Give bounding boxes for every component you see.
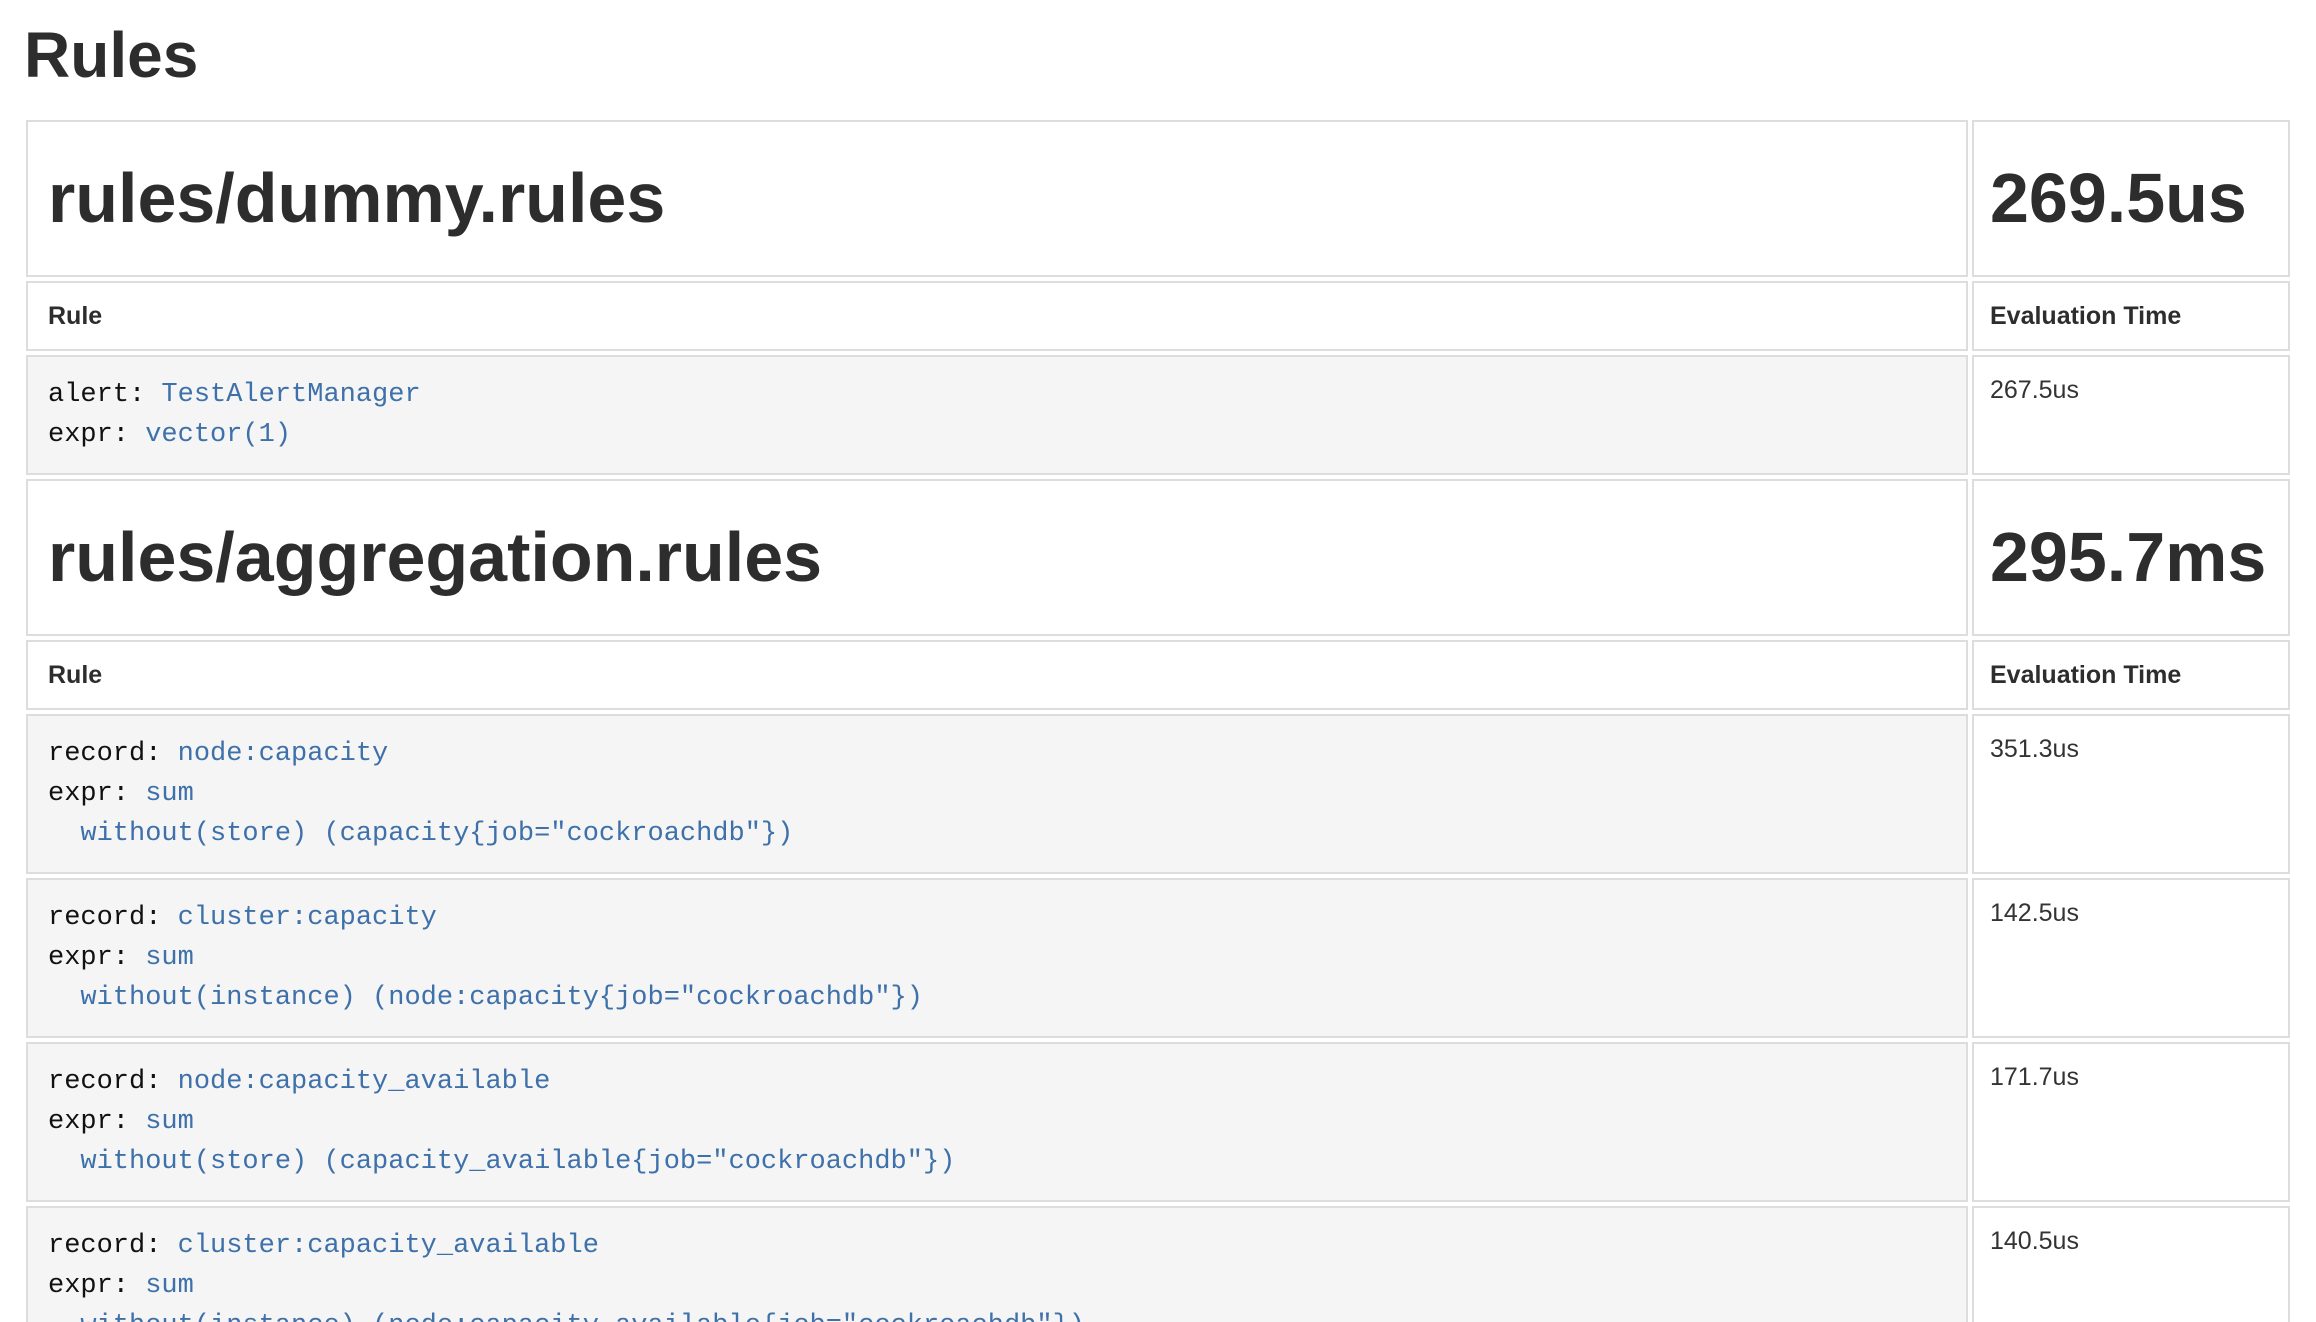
rule-expression-link[interactable]: without(instance) (node:capacity_availab… — [80, 1311, 1085, 1322]
rule-expression-link[interactable]: vector(1) — [145, 420, 291, 450]
rule-expression-link[interactable]: node:capacity — [178, 739, 389, 769]
rule-keyword-text: alert: — [48, 380, 161, 410]
rule-keyword-text: record: — [48, 1067, 178, 1097]
rule-expression-link[interactable]: cluster:capacity_available — [178, 1231, 599, 1261]
rule-keyword-text: expr: — [48, 1271, 145, 1301]
rule-keyword-text: expr: — [48, 943, 145, 973]
rule-keyword-text — [48, 1147, 80, 1177]
rule-row: record: cluster:capacity_availableexpr: … — [26, 1206, 2290, 1322]
rule-definition-cell: alert: TestAlertManagerexpr: vector(1) — [26, 355, 1968, 475]
group-evaluation-time: 295.7ms — [1972, 479, 2290, 636]
rule-expression-link[interactable]: without(instance) (node:capacity{job="co… — [80, 983, 923, 1013]
rule-expression-link[interactable]: cluster:capacity — [178, 903, 437, 933]
rule-code-line: record: cluster:capacity — [48, 898, 1946, 938]
rule-column-header: Rule — [26, 640, 1968, 710]
rule-definition-cell: record: node:capacity_availableexpr: sum… — [26, 1042, 1968, 1202]
group-evaluation-time: 269.5us — [1972, 120, 2290, 277]
rule-keyword-text — [48, 983, 80, 1013]
rule-code-line: record: cluster:capacity_available — [48, 1226, 1946, 1266]
rule-expression-link[interactable]: without(store) (capacity_available{job="… — [80, 1147, 955, 1177]
rule-row: record: cluster:capacityexpr: sum withou… — [26, 878, 2290, 1038]
rules-page: Rules rules/dummy.rules269.5usRuleEvalua… — [0, 16, 2316, 1322]
rule-group-header-row: rules/dummy.rules269.5us — [26, 120, 2290, 277]
rule-code-line: without(store) (capacity{job="cockroachd… — [48, 814, 1946, 854]
rule-code-line: expr: sum — [48, 774, 1946, 814]
page-title: Rules — [24, 16, 2294, 94]
rule-evaluation-time: 267.5us — [1972, 355, 2290, 475]
rule-definition-cell: record: cluster:capacityexpr: sum withou… — [26, 878, 1968, 1038]
rule-expression-link[interactable]: sum — [145, 779, 194, 809]
rule-expression-link[interactable]: TestAlertManager — [161, 380, 420, 410]
rule-keyword-text: expr: — [48, 420, 145, 450]
column-header-row: RuleEvaluation Time — [26, 640, 2290, 710]
rule-code-line: record: node:capacity_available — [48, 1062, 1946, 1102]
rule-definition-cell: record: cluster:capacity_availableexpr: … — [26, 1206, 1968, 1322]
rule-expression-link[interactable]: without(store) (capacity{job="cockroachd… — [80, 819, 793, 849]
evaluation-time-column-header: Evaluation Time — [1972, 640, 2290, 710]
rule-code-line: expr: sum — [48, 938, 1946, 978]
rule-code-line: expr: sum — [48, 1266, 1946, 1306]
rule-code-line: alert: TestAlertManager — [48, 375, 1946, 415]
rule-keyword-text — [48, 1311, 80, 1322]
rule-keyword-text: expr: — [48, 779, 145, 809]
column-header-row: RuleEvaluation Time — [26, 281, 2290, 351]
rule-definition-cell: record: node:capacityexpr: sum without(s… — [26, 714, 1968, 874]
rules-table: rules/dummy.rules269.5usRuleEvaluation T… — [22, 116, 2294, 1322]
rule-evaluation-time: 142.5us — [1972, 878, 2290, 1038]
group-file-name: rules/aggregation.rules — [26, 479, 1968, 636]
rule-evaluation-time: 140.5us — [1972, 1206, 2290, 1322]
rule-row: record: node:capacity_availableexpr: sum… — [26, 1042, 2290, 1202]
rule-keyword-text: record: — [48, 1231, 178, 1261]
evaluation-time-column-header: Evaluation Time — [1972, 281, 2290, 351]
rule-evaluation-time: 351.3us — [1972, 714, 2290, 874]
rule-row: alert: TestAlertManagerexpr: vector(1)26… — [26, 355, 2290, 475]
rule-keyword-text: expr: — [48, 1107, 145, 1137]
rule-code-line: without(instance) (node:capacity{job="co… — [48, 978, 1946, 1018]
rule-expression-link[interactable]: node:capacity_available — [178, 1067, 551, 1097]
rule-expression-link[interactable]: sum — [145, 1271, 194, 1301]
rule-code-line: record: node:capacity — [48, 734, 1946, 774]
group-file-name: rules/dummy.rules — [26, 120, 1968, 277]
rule-keyword-text: record: — [48, 739, 178, 769]
rule-evaluation-time: 171.7us — [1972, 1042, 2290, 1202]
rule-code-line: without(store) (capacity_available{job="… — [48, 1142, 1946, 1182]
rule-expression-link[interactable]: sum — [145, 943, 194, 973]
rule-row: record: node:capacityexpr: sum without(s… — [26, 714, 2290, 874]
rule-group-header-row: rules/aggregation.rules295.7ms — [26, 479, 2290, 636]
rule-code-line: expr: vector(1) — [48, 415, 1946, 455]
rule-code-line: without(instance) (node:capacity_availab… — [48, 1306, 1946, 1322]
rule-keyword-text — [48, 819, 80, 849]
rule-keyword-text: record: — [48, 903, 178, 933]
rule-expression-link[interactable]: sum — [145, 1107, 194, 1137]
rule-column-header: Rule — [26, 281, 1968, 351]
rule-code-line: expr: sum — [48, 1102, 1946, 1142]
rules-table-body: rules/dummy.rules269.5usRuleEvaluation T… — [26, 120, 2290, 1322]
